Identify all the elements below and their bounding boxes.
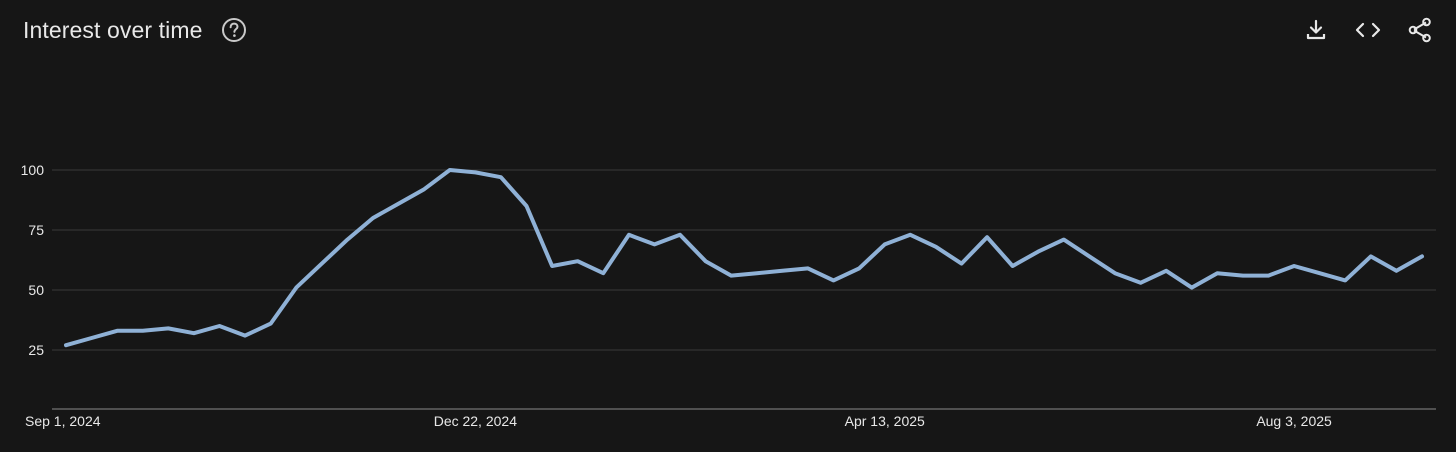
data-point bbox=[832, 278, 836, 282]
data-point bbox=[1113, 271, 1117, 275]
data-point bbox=[525, 204, 529, 208]
data-point bbox=[192, 331, 196, 335]
data-point bbox=[550, 264, 554, 268]
x-tick-label: Apr 13, 2025 bbox=[845, 413, 925, 429]
data-point bbox=[883, 242, 887, 246]
data-point bbox=[294, 286, 298, 290]
data-point bbox=[934, 245, 938, 249]
data-point bbox=[627, 233, 631, 237]
data-point bbox=[1292, 264, 1296, 268]
y-tick-label: 50 bbox=[28, 282, 44, 298]
data-point bbox=[729, 274, 733, 278]
data-point bbox=[473, 170, 477, 174]
data-point bbox=[345, 238, 349, 242]
y-tick-label: 25 bbox=[28, 342, 44, 358]
data-point bbox=[448, 168, 452, 172]
series-line bbox=[64, 168, 1424, 348]
y-tick-label: 75 bbox=[28, 222, 44, 238]
data-point bbox=[678, 233, 682, 237]
x-tick-label: Sep 1, 2024 bbox=[25, 413, 101, 429]
data-point bbox=[218, 324, 222, 328]
data-point bbox=[115, 329, 119, 333]
data-point bbox=[397, 202, 401, 206]
data-point bbox=[1267, 274, 1271, 278]
data-point bbox=[499, 175, 503, 179]
data-point bbox=[704, 259, 708, 263]
data-point bbox=[1215, 271, 1219, 275]
data-point bbox=[1190, 286, 1194, 290]
data-point bbox=[985, 235, 989, 239]
data-point bbox=[1369, 254, 1373, 258]
data-point bbox=[320, 262, 324, 266]
data-point bbox=[1139, 281, 1143, 285]
data-point bbox=[1036, 250, 1040, 254]
line-chart: 25 50 75 100 Sep 1, 2024 Dec 22, 2024 Apr 13, … bbox=[21, 162, 1436, 429]
data-point bbox=[960, 262, 964, 266]
data-point bbox=[1062, 238, 1066, 242]
data-point bbox=[422, 187, 426, 191]
data-point bbox=[755, 271, 759, 275]
x-tick-label: Aug 3, 2025 bbox=[1256, 413, 1332, 429]
data-point bbox=[601, 271, 605, 275]
data-point bbox=[806, 266, 810, 270]
data-point bbox=[243, 334, 247, 338]
data-point bbox=[1011, 264, 1015, 268]
data-point bbox=[908, 233, 912, 237]
data-point bbox=[857, 266, 861, 270]
data-point bbox=[653, 242, 657, 246]
data-point bbox=[371, 216, 375, 220]
data-point bbox=[1420, 254, 1424, 258]
data-point bbox=[1164, 269, 1168, 273]
data-point bbox=[90, 336, 94, 340]
data-point bbox=[1343, 278, 1347, 282]
x-tick-label: Dec 22, 2024 bbox=[434, 413, 517, 429]
data-point bbox=[1318, 271, 1322, 275]
data-point bbox=[780, 269, 784, 273]
data-point bbox=[1241, 274, 1245, 278]
data-point bbox=[1394, 269, 1398, 273]
y-tick-label: 100 bbox=[21, 162, 45, 178]
data-point bbox=[1087, 254, 1091, 258]
data-point bbox=[269, 322, 273, 326]
data-point bbox=[64, 343, 68, 347]
data-point bbox=[576, 259, 580, 263]
data-point bbox=[141, 329, 145, 333]
data-point bbox=[166, 326, 170, 330]
